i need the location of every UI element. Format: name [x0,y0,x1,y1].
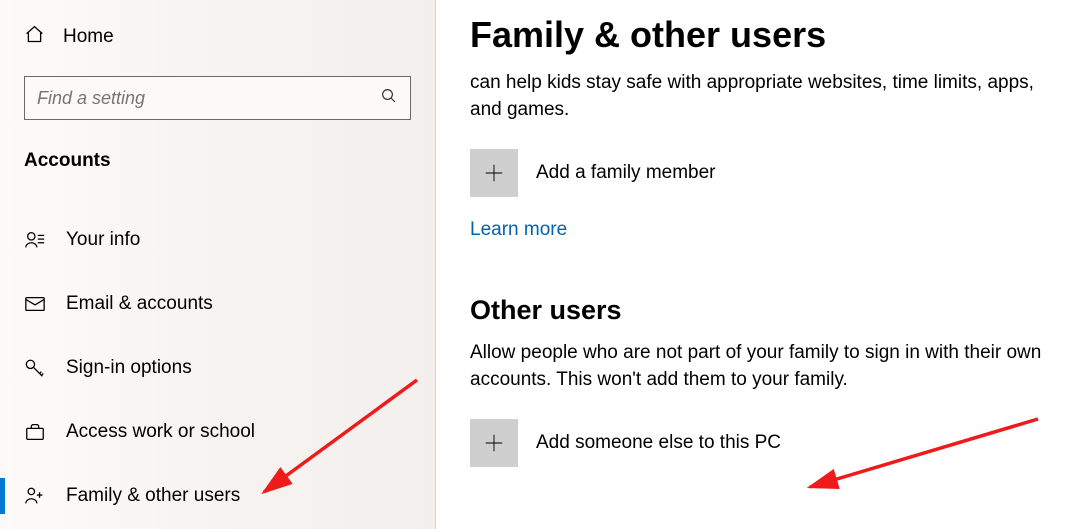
sidebar-item-family-other-users[interactable]: Family & other users [0,464,435,528]
add-someone-else-button[interactable]: Add someone else to this PC [470,419,1080,467]
sidebar-item-label: Email & accounts [66,293,213,315]
plus-icon [470,419,518,467]
search-icon [380,87,398,110]
home-label: Home [63,26,114,48]
add-family-label: Add a family member [536,162,716,184]
add-someone-label: Add someone else to this PC [536,432,781,454]
sidebar-nav-list: Your info Email & accounts Sign-in optio… [0,208,435,528]
briefcase-icon [24,421,46,443]
sidebar-item-work-school[interactable]: Access work or school [0,400,435,464]
sidebar-item-label: Sign-in options [66,357,192,379]
main-content: Family & other users can help kids stay … [436,0,1080,529]
home-nav[interactable]: Home [0,18,435,62]
sidebar-item-label: Family & other users [66,485,240,507]
sidebar-section-accounts: Accounts [0,140,435,180]
page-title: Family & other users [470,14,1080,56]
sidebar-item-label: Access work or school [66,421,255,443]
plus-icon [470,149,518,197]
settings-sidebar: Home Accounts Your info [0,0,436,529]
email-icon [24,293,46,315]
family-icon [24,485,46,507]
learn-more-link[interactable]: Learn more [470,219,567,241]
key-icon [24,357,46,379]
home-icon [24,24,45,50]
family-description: can help kids stay safe with appropriate… [470,70,1070,123]
sidebar-item-your-info[interactable]: Your info [0,208,435,272]
other-users-heading: Other users [470,295,1080,326]
sidebar-item-email-accounts[interactable]: Email & accounts [0,272,435,336]
sidebar-item-signin-options[interactable]: Sign-in options [0,336,435,400]
find-setting-search[interactable] [24,76,411,120]
search-input[interactable] [37,88,380,109]
other-users-description: Allow people who are not part of your fa… [470,340,1070,393]
your-info-icon [24,229,46,251]
sidebar-item-label: Your info [66,229,140,251]
add-family-member-button[interactable]: Add a family member [470,149,1080,197]
